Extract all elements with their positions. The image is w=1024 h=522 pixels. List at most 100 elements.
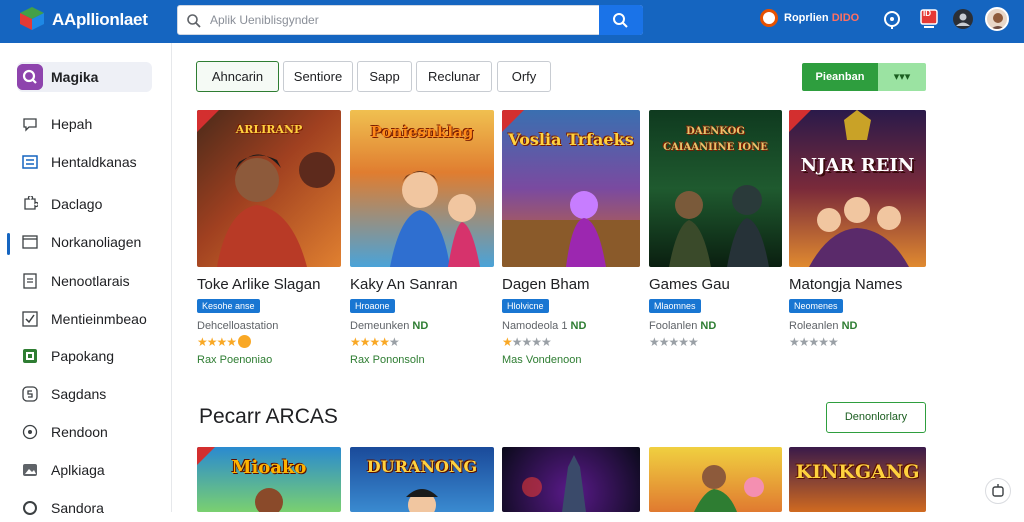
sidebar-item[interactable]: Daclago — [0, 190, 172, 218]
sidebar-item[interactable]: Norkanoliagen — [0, 228, 172, 256]
filter-chip[interactable]: Reclunar — [416, 61, 492, 92]
sidebar-item-label: Papokang — [51, 348, 115, 364]
sidebar-item-label: Hepah — [51, 116, 93, 132]
rating-stars: ★★★★★ — [649, 335, 699, 349]
sidebar-item-label: Mentieinmbeao — [51, 311, 147, 327]
filter-chip[interactable]: Sapp — [357, 61, 412, 92]
promo-icon — [760, 9, 778, 27]
game-thumbnail[interactable]: Poniesnklag — [350, 110, 494, 267]
image-icon — [23, 464, 37, 476]
game-thumb-title: KINKGANG — [795, 461, 920, 483]
primary-split-button[interactable]: Pieanban ▾▾▾ — [802, 63, 926, 91]
compass-icon — [22, 424, 38, 440]
app-logo-icon[interactable] — [18, 5, 46, 31]
game-thumbnail[interactable]: DAENKOG CAIAANIINE IONE — [649, 110, 782, 267]
sidebar-item[interactable]: Rendoon — [0, 418, 172, 446]
genre-badge: Neomenes — [789, 299, 843, 313]
search-button[interactable] — [599, 5, 643, 35]
game-name[interactable]: Games Gau — [649, 276, 730, 293]
developer-name: Roleanlen ND — [789, 320, 858, 332]
sidebar-item[interactable]: Hentaldkanas — [0, 148, 172, 176]
sidebar-item-label: Nenootlarais — [51, 273, 130, 289]
sidebar-item[interactable]: Mentieinmbeao — [0, 305, 172, 333]
promo-label: Roprlien DIDO — [784, 12, 860, 24]
search-box[interactable]: Aplik Ueniblisgynder — [177, 5, 643, 35]
sidebar-active-label: Magika — [51, 69, 99, 85]
cart-badge: ID — [923, 9, 931, 18]
check-icon — [22, 311, 38, 327]
section-more-button[interactable]: Denonlorlary — [826, 402, 926, 433]
sidebar: Magika Hepah Hentaldkanas Daclago Norkan… — [0, 43, 172, 516]
app-title: AApllionlaet — [52, 10, 148, 29]
game-card[interactable]: KINKGANG — [789, 447, 926, 512]
promo-link[interactable]: Roprlien DIDO — [760, 8, 859, 28]
search-icon — [613, 13, 628, 28]
game-thumbnail[interactable]: NJAR REIN — [789, 110, 926, 267]
rating-stars: ★★★★★ — [789, 335, 839, 349]
storage-icon — [22, 386, 38, 402]
filter-chip[interactable]: Orfy — [497, 61, 551, 92]
sidebar-item[interactable]: Nenootlarais — [0, 267, 172, 295]
sidebar-item-label: Norkanoliagen — [51, 234, 142, 250]
rating-stars: ★★★★ — [197, 335, 252, 349]
developer-name: Namodeola 1 ND — [502, 320, 587, 332]
game-thumbnail[interactable]: Voslia Trfaeks — [502, 110, 640, 267]
character-art-icon — [809, 110, 909, 267]
sidebar-item[interactable]: Hepah — [0, 110, 172, 138]
game-card[interactable] — [649, 447, 782, 512]
sidebar-item-label: Sandora — [51, 500, 104, 516]
filter-chip-active[interactable]: Ahncarin — [196, 61, 279, 92]
app-icon — [23, 349, 37, 363]
game-thumb-title: Poniesnklag — [370, 123, 474, 141]
genre-badge: Kesohe anse — [197, 299, 260, 313]
puzzle-icon — [24, 196, 38, 210]
developer-name: Demeunken ND — [350, 320, 429, 332]
list-icon — [22, 155, 38, 169]
game-thumb-title: NJAR REIN — [800, 155, 915, 176]
chat-icon — [23, 118, 37, 132]
document-icon — [23, 273, 37, 289]
game-name[interactable]: Kaky An Sanran — [350, 276, 458, 293]
sidebar-item[interactable]: Aplkiaga — [0, 456, 172, 484]
sidebar-item[interactable]: Sandora — [0, 494, 172, 522]
sidebar-item-label: Hentaldkanas — [51, 154, 137, 170]
game-name[interactable]: Toke Arlike Slagan — [197, 276, 320, 293]
floating-assistant-button[interactable] — [985, 478, 1011, 504]
game-name[interactable]: Matongja Names — [789, 276, 902, 293]
notifications-icon[interactable] — [881, 8, 903, 30]
top-bar: AApllionlaet Aplik Ueniblisgynder Roprli… — [0, 0, 1024, 43]
sidebar-item-active[interactable]: Magika — [17, 62, 152, 92]
game-card[interactable] — [502, 447, 640, 512]
sidebar-item-label: Daclago — [51, 196, 103, 212]
sidebar-item[interactable]: Sagdans — [0, 380, 172, 408]
price-label: Mas Vondenoon — [502, 354, 582, 366]
game-card[interactable]: DURANONG — [350, 447, 494, 512]
app-store-icon — [17, 64, 43, 90]
dropdown-toggle[interactable]: ▾▾▾ — [878, 63, 926, 91]
avatar[interactable] — [985, 7, 1009, 31]
developer-name: Foolanlen ND — [649, 320, 717, 332]
character-art-icon — [255, 488, 283, 512]
primary-button[interactable]: Pieanban — [802, 63, 878, 91]
game-card[interactable]: Mioako — [197, 447, 341, 512]
castle-art-icon — [522, 455, 586, 512]
game-thumbnail[interactable]: ARLIRANP — [197, 110, 341, 267]
search-icon — [187, 14, 201, 28]
character-art-icon — [406, 489, 438, 512]
price-label: Rax Poenoniao — [197, 354, 273, 366]
section-title: Pecarr ARCAS — [199, 405, 338, 428]
developer-name: Dehcelloastation — [197, 320, 279, 332]
sidebar-item[interactable]: Papokang — [0, 342, 172, 370]
game-thumb-title: ARLIRANP — [235, 123, 303, 136]
game-thumb-title: Voslia Trfaeks — [508, 130, 634, 149]
genre-badge: Hroaone — [350, 299, 395, 313]
window-icon — [22, 235, 38, 249]
filter-chip[interactable]: Sentiore — [283, 61, 353, 92]
character-art-icon — [694, 465, 764, 512]
game-name[interactable]: Dagen Bham — [502, 276, 590, 293]
price-label: Rax Pononsoln — [350, 354, 425, 366]
search-placeholder[interactable]: Aplik Ueniblisgynder — [210, 13, 319, 27]
sidebar-item-label: Aplkiaga — [51, 462, 105, 478]
profile-circle-icon[interactable] — [952, 8, 974, 30]
circle-icon — [23, 501, 37, 515]
